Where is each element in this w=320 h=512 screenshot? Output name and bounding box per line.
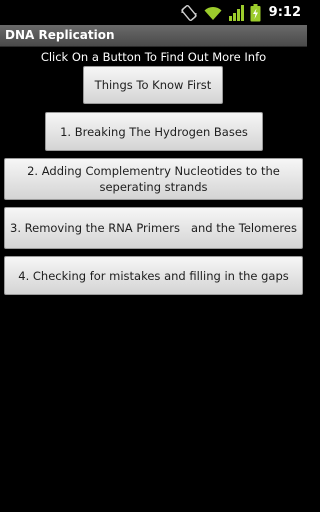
removing-rna-primers-button[interactable]: 3. Removing the RNA Primers and the Telo…	[4, 207, 303, 249]
adding-nucleotides-label: 2. Adding Complementry Nucleotides to th…	[27, 164, 280, 194]
status-bar: 9:12	[0, 0, 307, 25]
title-bar: DNA Replication	[0, 25, 307, 47]
screen-rotation-icon	[181, 4, 197, 21]
app-title: DNA Replication	[5, 28, 115, 42]
breaking-hydrogen-bases-label: 1. Breaking The Hydrogen Bases	[60, 124, 248, 139]
clock: 9:12	[268, 5, 301, 20]
status-icons: 9:12	[180, 3, 301, 22]
wifi-icon	[204, 6, 222, 20]
battery-charging-icon	[250, 3, 261, 21]
app-screen: 9:12 DNA Replication Click On a Button T…	[0, 0, 307, 512]
removing-rna-primers-label: 3. Removing the RNA Primers and the Telo…	[10, 221, 297, 235]
cell-signal-icon	[228, 4, 244, 21]
breaking-hydrogen-bases-button[interactable]: 1. Breaking The Hydrogen Bases	[45, 112, 263, 151]
checking-mistakes-label: 4. Checking for mistakes and filling in …	[18, 268, 289, 283]
instruction-text: Click On a Button To Find Out More Info	[40, 50, 267, 64]
things-to-know-button[interactable]: Things To Know First	[83, 66, 223, 104]
things-to-know-label: Things To Know First	[94, 78, 212, 92]
checking-mistakes-button[interactable]: 4. Checking for mistakes and filling in …	[4, 256, 303, 295]
adding-nucleotides-button[interactable]: 2. Adding Complementry Nucleotides to th…	[4, 158, 303, 200]
